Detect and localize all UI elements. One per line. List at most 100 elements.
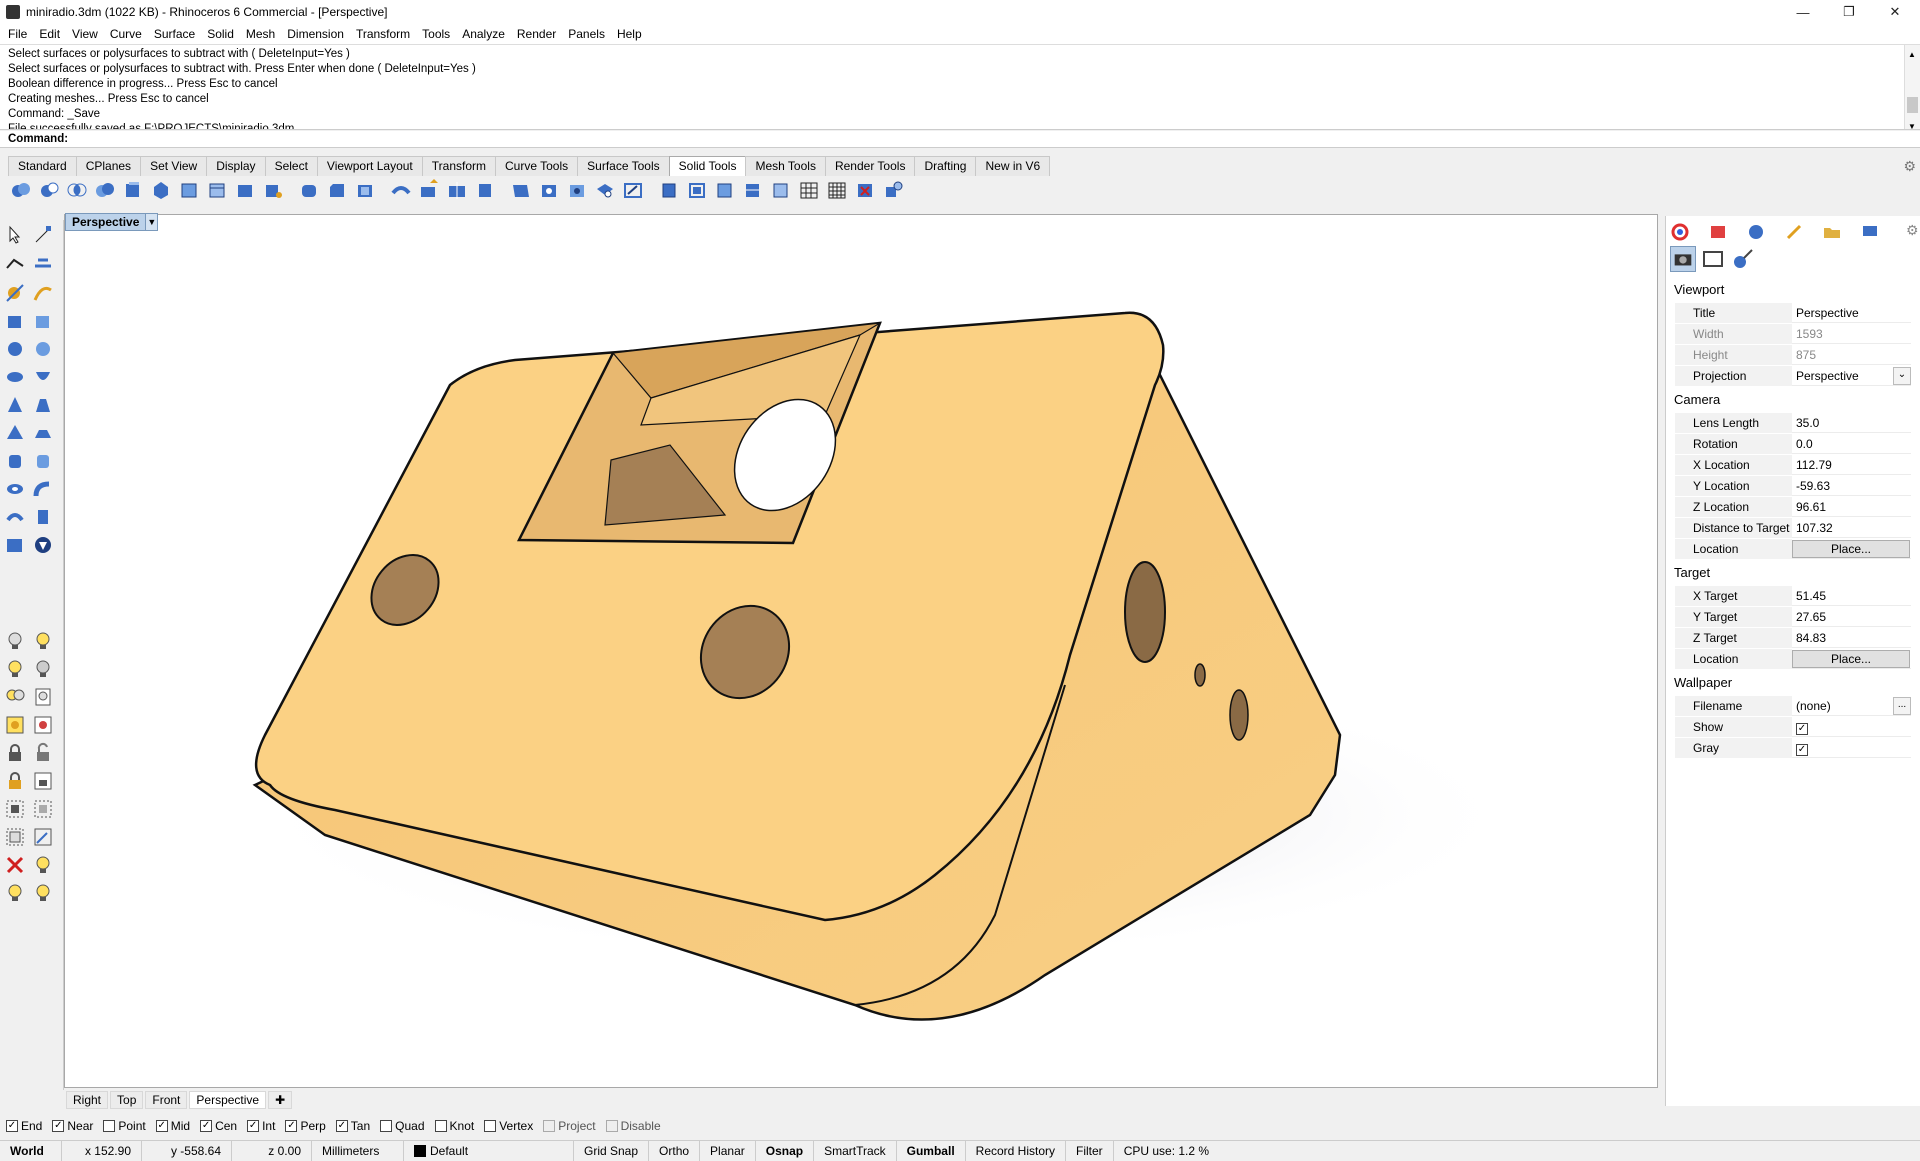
menu-mesh[interactable]: Mesh <box>240 27 281 41</box>
solid-points-icon[interactable] <box>770 179 792 201</box>
tab-front[interactable]: Front <box>145 1091 188 1109</box>
checkbox-icon[interactable] <box>434 1120 447 1132</box>
array-hole-icon[interactable] <box>622 179 644 201</box>
pyramid-icon[interactable] <box>4 422 26 444</box>
tab-top[interactable]: Top <box>110 1091 144 1109</box>
osnap-int[interactable]: ✓ Int <box>247 1119 275 1133</box>
filter-toggle[interactable]: Filter <box>1066 1140 1114 1161</box>
truncated-cone-icon[interactable] <box>32 394 54 416</box>
checkbox-icon[interactable]: ✓ <box>200 1120 213 1132</box>
tab-right[interactable]: Right <box>66 1091 109 1109</box>
x-location-input[interactable]: 112.79 <box>1792 455 1911 475</box>
osnap-cen[interactable]: ✓ Cen <box>200 1119 237 1133</box>
unlock-icon[interactable] <box>32 742 54 764</box>
rotation-input[interactable]: 0.0 <box>1792 434 1911 454</box>
create-solid-icon[interactable] <box>658 179 680 201</box>
solid-edit-icon[interactable] <box>262 179 284 201</box>
show-checkbox[interactable]: ✓ <box>1796 722 1808 735</box>
rib-icon[interactable] <box>742 179 764 201</box>
chevron-down-icon[interactable]: ▼ <box>145 214 158 230</box>
layers-icon[interactable] <box>1708 222 1728 242</box>
move-face-icon[interactable] <box>418 179 440 201</box>
merge-faces-icon[interactable] <box>178 179 200 201</box>
menu-render[interactable]: Render <box>511 27 562 41</box>
polyline-icon[interactable] <box>4 252 26 274</box>
osnap-end[interactable]: ✓ End <box>6 1119 42 1133</box>
minimize-icon[interactable]: — <box>1780 0 1826 24</box>
tab-new-in-v6[interactable]: New in V6 <box>975 156 1051 176</box>
tab-set-view[interactable]: Set View <box>140 156 208 176</box>
osnap-perp[interactable]: ✓ Perp <box>285 1119 326 1133</box>
boolean-union-icon[interactable] <box>10 179 32 201</box>
lock-selected-icon[interactable] <box>4 770 26 792</box>
wire-cut-icon[interactable] <box>686 179 708 201</box>
tab-display[interactable]: Display <box>206 156 266 176</box>
block-icon[interactable] <box>4 826 26 848</box>
menu-file[interactable]: File <box>2 27 33 41</box>
extrude-closed-icon[interactable] <box>32 506 54 528</box>
hide-swap-icon[interactable] <box>32 686 54 708</box>
gray-checkbox[interactable]: ✓ <box>1796 743 1808 756</box>
checkbox-icon[interactable]: ✓ <box>52 1120 65 1132</box>
text-object-icon[interactable] <box>4 534 26 556</box>
show-objects-icon[interactable] <box>4 658 26 680</box>
light-off-icon[interactable] <box>32 882 54 904</box>
folder-icon[interactable] <box>1822 222 1842 242</box>
point-edit-icon[interactable] <box>32 224 54 246</box>
pipe-icon[interactable] <box>32 478 54 500</box>
ungroup-icon[interactable] <box>32 798 54 820</box>
history-scrollbar[interactable]: ▲ ▼ <box>1904 45 1920 129</box>
menu-panels[interactable]: Panels <box>562 27 611 41</box>
rotate-hole-icon[interactable] <box>594 179 616 201</box>
render-icon[interactable] <box>1746 222 1766 242</box>
grid-snap-toggle[interactable]: Grid Snap <box>574 1140 650 1161</box>
shell-icon[interactable] <box>354 179 376 201</box>
checkbox-icon[interactable] <box>103 1120 116 1132</box>
explode-block-icon[interactable] <box>32 826 54 848</box>
check-solid-icon[interactable] <box>854 179 876 201</box>
command-prompt-input[interactable]: Command: <box>0 131 1920 148</box>
y-target-input[interactable]: 27.65 <box>1792 607 1911 627</box>
ellipsoid-icon[interactable] <box>4 366 26 388</box>
tab-surface-tools[interactable]: Surface Tools <box>577 156 670 176</box>
offset-icon[interactable] <box>714 179 736 201</box>
tab-viewport-layout[interactable]: Viewport Layout <box>316 156 423 176</box>
perspective-viewport[interactable] <box>64 214 1658 1088</box>
osnap-quad[interactable]: Quad <box>380 1119 425 1133</box>
scroll-thumb[interactable] <box>1907 97 1918 113</box>
object-properties-icon[interactable] <box>1730 246 1756 272</box>
extrude-icon[interactable] <box>4 506 26 528</box>
light-toggle-icon[interactable] <box>4 882 26 904</box>
restore-icon[interactable]: ❐ <box>1826 0 1872 24</box>
osnap-mid[interactable]: ✓ Mid <box>155 1119 190 1133</box>
prop-filename-row[interactable]: Filename (none)... <box>1675 695 1911 716</box>
viewport-frame-icon[interactable] <box>1700 246 1726 272</box>
record-history-toggle[interactable]: Record History <box>966 1140 1067 1161</box>
menu-dimension[interactable]: Dimension <box>281 27 350 41</box>
viewport-title-tab[interactable]: Perspective ▼ <box>65 213 159 231</box>
layer-indicator[interactable]: Default <box>404 1140 574 1161</box>
menu-help[interactable]: Help <box>611 27 648 41</box>
properties-color-wheel-icon[interactable] <box>1670 222 1690 242</box>
cap-planar-holes-icon[interactable] <box>122 179 144 201</box>
ortho-toggle[interactable]: Ortho <box>649 1140 701 1161</box>
checkbox-icon[interactable] <box>484 1120 497 1132</box>
smarttrack-toggle[interactable]: SmartTrack <box>814 1140 897 1161</box>
boolean-intersection-icon[interactable] <box>66 179 88 201</box>
make-hole-icon[interactable] <box>538 179 560 201</box>
extract-surface-icon[interactable] <box>150 179 172 201</box>
scroll-down-icon[interactable]: ▼ <box>1908 119 1916 129</box>
paraboloid-icon[interactable] <box>32 366 54 388</box>
mesh-grid-dense-icon[interactable] <box>826 179 848 201</box>
osnap-tan[interactable]: ✓ Tan <box>335 1119 370 1133</box>
z-target-input[interactable]: 84.83 <box>1792 628 1911 648</box>
scroll-up-icon[interactable]: ▲ <box>1908 47 1916 62</box>
prop-ytarget-row[interactable]: Y Target 27.65 <box>1675 606 1911 627</box>
solid-text-icon[interactable] <box>32 534 54 556</box>
move-edge-icon[interactable] <box>446 179 468 201</box>
prop-ztarget-row[interactable]: Z Target 84.83 <box>1675 627 1911 648</box>
group-icon[interactable] <box>4 798 26 820</box>
tab-mesh-tools[interactable]: Mesh Tools <box>745 156 826 176</box>
tab-curve-tools[interactable]: Curve Tools <box>495 156 579 176</box>
fold-face-icon[interactable] <box>510 179 532 201</box>
